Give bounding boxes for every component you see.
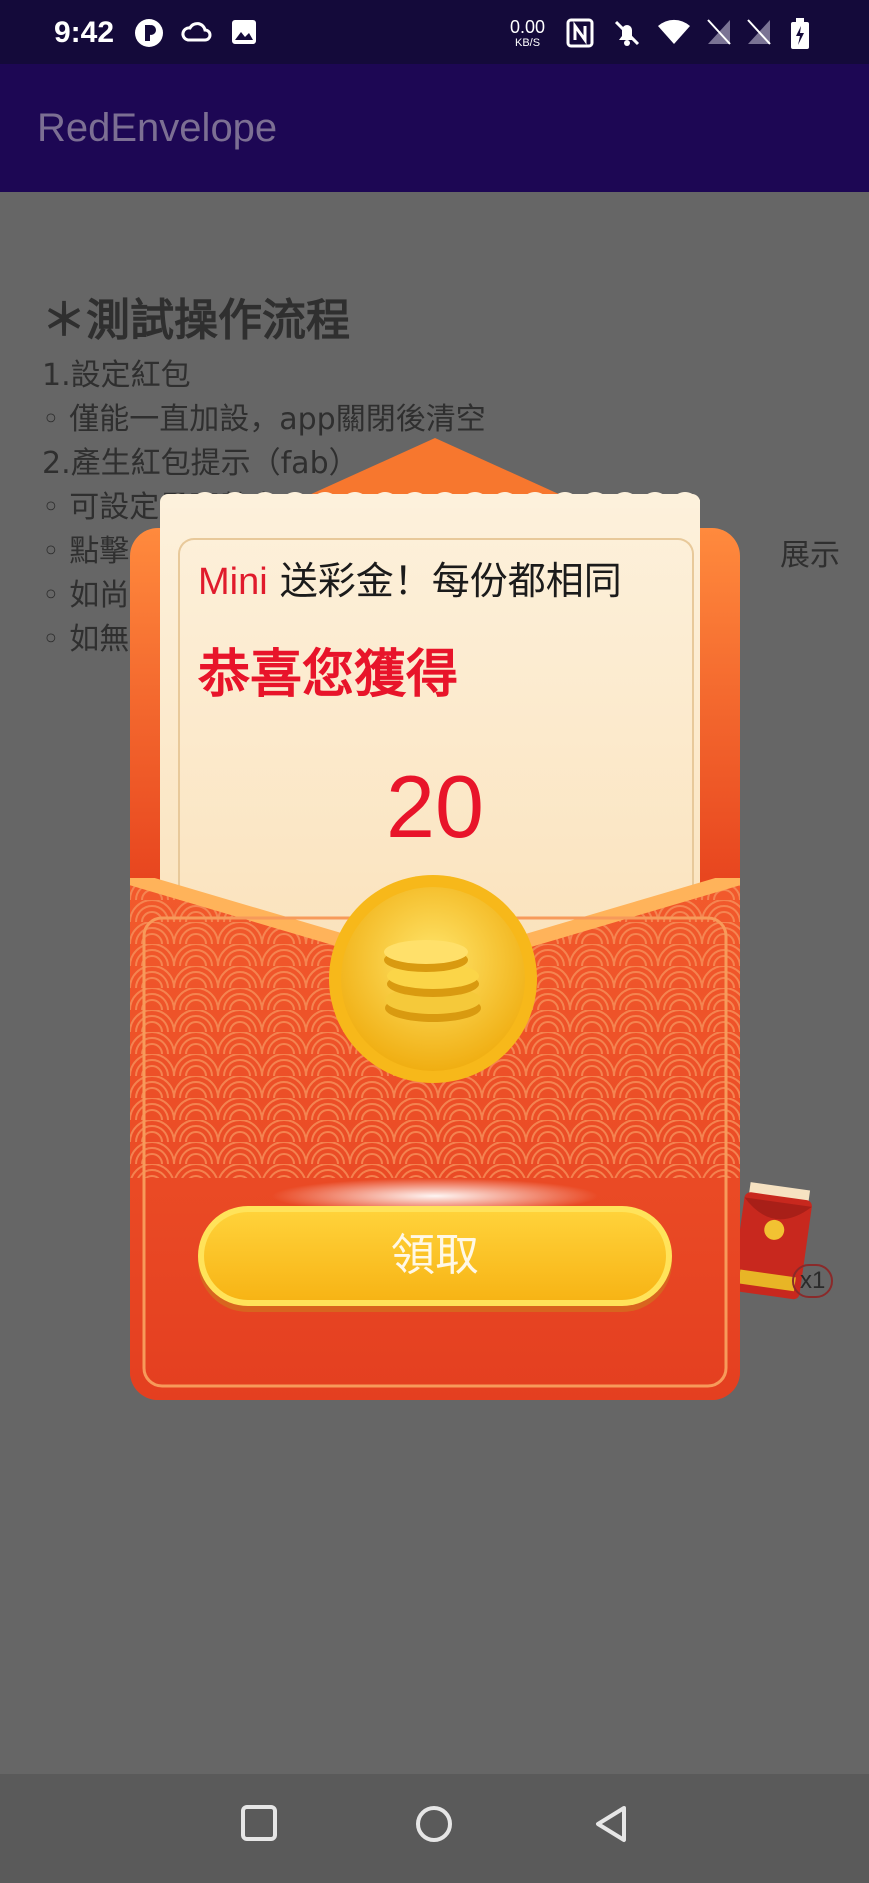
nfc-icon [566, 18, 594, 48]
sender-text: 送彩金！每份都相同 [267, 559, 622, 603]
navigation-bar [0, 1774, 869, 1883]
red-envelope-dialog: Mini 送彩金！每份都相同 恭喜您獲得 20 領取 [130, 438, 740, 1400]
image-icon [232, 20, 256, 44]
app-bar: RedEnvelope [0, 64, 869, 192]
instruction-line-partial: 展示 [780, 538, 840, 573]
speed-unit: KB/S [514, 37, 541, 49]
battery-charging-icon [791, 18, 809, 49]
claim-button[interactable]: 領取 [198, 1206, 672, 1306]
signal-icon-2 [747, 19, 771, 45]
sender-line: Mini 送彩金！每份都相同 [198, 550, 622, 605]
gold-coin-icon [329, 875, 537, 1083]
mute-notifications-icon [614, 20, 640, 46]
home-icon[interactable] [414, 1804, 454, 1844]
claim-button-label: 領取 [204, 1212, 666, 1300]
fab-count-badge: x1 [792, 1264, 834, 1298]
app-title: RedEnvelope [37, 106, 278, 150]
status-time: 9:42 [54, 16, 115, 49]
instruction-line: ◦ 僅能一直加設，app關閉後清空 [42, 402, 486, 437]
back-icon[interactable] [592, 1804, 630, 1844]
congrats-text: 恭喜您獲得 [198, 645, 459, 705]
prize-amount: 20 [386, 757, 484, 856]
status-bar: 9:42 0.00 KB/S [0, 0, 869, 64]
recent-apps-icon[interactable] [240, 1804, 278, 1842]
instruction-line: 1.設定紅包 [42, 358, 191, 393]
letter-torn-edge [160, 492, 700, 508]
speed-value: 0.00 [510, 17, 546, 37]
wifi-icon [658, 19, 690, 44]
cloud-icon [181, 22, 212, 42]
app-notification-icon [135, 19, 163, 47]
signal-icon-1 [707, 19, 731, 45]
sender-name: Mini [198, 561, 268, 603]
network-speed: 0.00 KB/S [510, 18, 545, 49]
instructions-heading: ＊測試操作流程 [42, 295, 350, 346]
